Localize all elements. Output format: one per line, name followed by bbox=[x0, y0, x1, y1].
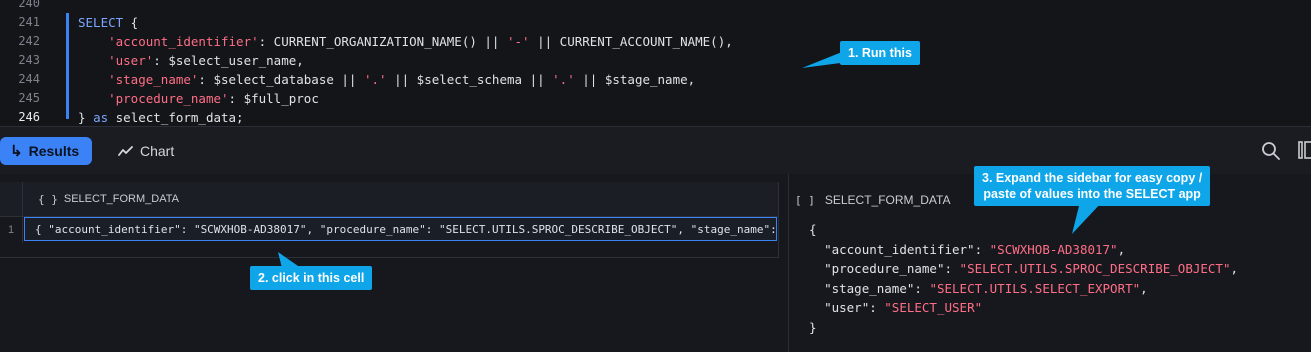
line-chart-icon bbox=[118, 146, 133, 156]
sidebar-title: SELECT_FORM_DATA bbox=[824, 193, 951, 207]
keyword-token: SELECT bbox=[78, 15, 124, 30]
line-number: 241 bbox=[18, 15, 40, 29]
json-entry[interactable]: "procedure_name": "SELECT.UTILS.SPROC_DE… bbox=[809, 259, 1238, 279]
json-key: "user" bbox=[824, 300, 870, 315]
code-token: select_form_data; bbox=[108, 110, 244, 125]
code-token: } bbox=[78, 110, 94, 125]
callout-3-line2: paste of values into the SELECT app bbox=[983, 187, 1201, 201]
code-token: : $select_database || bbox=[198, 72, 364, 87]
line-number: 246 bbox=[18, 110, 40, 124]
code-line[interactable]: 241 SELECT { bbox=[0, 13, 1311, 32]
empty-row bbox=[0, 243, 778, 258]
code-line[interactable]: 242 'account_identifier': CURRENT_ORGANI… bbox=[0, 32, 1311, 51]
json-entry[interactable]: "user": "SELECT_USER" bbox=[809, 298, 1238, 318]
line-number: 243 bbox=[18, 53, 40, 67]
line-number: 244 bbox=[18, 72, 40, 86]
string-token: 'procedure_name' bbox=[108, 91, 229, 106]
chart-tab[interactable]: Chart bbox=[118, 137, 174, 165]
object-type-icon: { } bbox=[38, 192, 58, 206]
code-line[interactable]: 246} as select_form_data; bbox=[0, 108, 1311, 126]
results-grid: { } SELECT_FORM_DATA 1 { "account_identi… bbox=[0, 174, 788, 352]
callout-3-pointer bbox=[1072, 202, 1102, 234]
callout-click-cell: 2. click in this cell bbox=[250, 266, 373, 290]
callout-3-line1: 3. Expand the sidebar for easy copy / bbox=[982, 171, 1203, 185]
columns-icon[interactable] bbox=[1298, 141, 1311, 159]
string-token: '.' bbox=[552, 72, 575, 87]
code-text: 'account_identifier': CURRENT_ORGANIZATI… bbox=[78, 32, 733, 51]
column-header-label: SELECT_FORM_DATA bbox=[63, 193, 179, 205]
table-row[interactable]: 1 { "account_identifier": "SCWXHOB-AD380… bbox=[0, 217, 778, 243]
json-close-brace: } bbox=[809, 319, 817, 335]
grid-header: { } SELECT_FORM_DATA bbox=[0, 182, 778, 217]
code-line[interactable]: 244 'stage_name': $select_database || '.… bbox=[0, 70, 1311, 89]
json-viewer[interactable]: { "account_identifier": "SCWXHOB-AD38017… bbox=[809, 220, 1238, 337]
code-token: : $full_proc bbox=[228, 91, 319, 106]
json-separator: , bbox=[1230, 261, 1239, 276]
string-token: '.' bbox=[364, 72, 387, 87]
callout-run-this: 1. Run this bbox=[840, 41, 920, 65]
json-separator: , bbox=[1140, 280, 1148, 296]
keyword-token: as bbox=[93, 110, 109, 125]
grid-divider bbox=[778, 182, 779, 258]
code-line[interactable]: 240 bbox=[0, 0, 1311, 13]
code-text: 'procedure_name': $full_proc bbox=[78, 89, 319, 108]
code-text: 'user': $select_user_name, bbox=[78, 51, 304, 70]
results-tab[interactable]: ↳ Results bbox=[0, 137, 93, 165]
code-text: 'stage_name': $select_database || '.' ||… bbox=[78, 70, 695, 89]
json-value: "SCWXHOB-AD38017" bbox=[989, 241, 1118, 257]
chart-tab-label: Chart bbox=[140, 143, 175, 159]
string-token: 'stage_name' bbox=[108, 72, 199, 87]
sidebar-header: [ ] SELECT_FORM_DATA bbox=[795, 193, 950, 207]
json-key: "stage_name" bbox=[824, 280, 915, 296]
line-number: 242 bbox=[18, 34, 40, 48]
code-line[interactable]: 243 'user': $select_user_name, bbox=[0, 51, 1311, 70]
json-key: "procedure_name" bbox=[824, 261, 945, 276]
code-text: SELECT { bbox=[78, 13, 138, 32]
code-token: : $select_user_name, bbox=[153, 53, 304, 68]
json-entry[interactable]: "stage_name": "SELECT.UTILS.SELECT_EXPOR… bbox=[809, 279, 1238, 299]
string-token: '-' bbox=[506, 34, 530, 49]
json-value: "SELECT_USER" bbox=[884, 300, 983, 315]
callout-expand-sidebar: 3. Expand the sidebar for easy copy / pa… bbox=[974, 166, 1211, 206]
string-token: 'user' bbox=[108, 53, 154, 68]
line-number: 240 bbox=[18, 0, 40, 10]
search-icon[interactable] bbox=[1261, 141, 1281, 161]
string-token: 'account_identifier' bbox=[108, 34, 259, 49]
row-number-header bbox=[0, 182, 23, 216]
code-token: || $stage_name, bbox=[574, 72, 696, 87]
sql-editor[interactable]: 240 241 SELECT {242 'account_identifier': … bbox=[0, 0, 1311, 126]
json-separator: , bbox=[1117, 241, 1126, 257]
code-token: : CURRENT_ORGANIZATION_NAME() || bbox=[258, 34, 507, 49]
code-text: } as select_form_data; bbox=[78, 108, 244, 126]
code-line[interactable]: 245 'procedure_name': $full_proc bbox=[0, 89, 1311, 108]
json-entry[interactable]: "account_identifier": "SCWXHOB-AD38017", bbox=[809, 240, 1238, 260]
json-open-brace: { bbox=[809, 222, 817, 237]
array-type-icon: [ ] bbox=[795, 193, 815, 207]
code-token: || $select_schema || bbox=[386, 72, 553, 87]
selected-cell[interactable]: { "account_identifier": "SCWXHOB-AD38017… bbox=[24, 217, 777, 241]
return-arrow-icon: ↳ bbox=[10, 143, 23, 160]
row-number: 1 bbox=[0, 217, 23, 243]
code-token: || CURRENT_ACCOUNT_NAME(), bbox=[529, 34, 733, 49]
column-header-select-form-data[interactable]: { } SELECT_FORM_DATA bbox=[38, 182, 179, 216]
code-token: { bbox=[123, 15, 139, 30]
json-value: "SELECT.UTILS.SPROC_DESCRIBE_OBJECT" bbox=[959, 261, 1231, 276]
results-tab-label: Results bbox=[28, 143, 80, 159]
json-value: "SELECT.UTILS.SELECT_EXPORT" bbox=[929, 280, 1141, 296]
line-number: 245 bbox=[18, 91, 40, 105]
json-key: "account_identifier" bbox=[824, 241, 975, 257]
